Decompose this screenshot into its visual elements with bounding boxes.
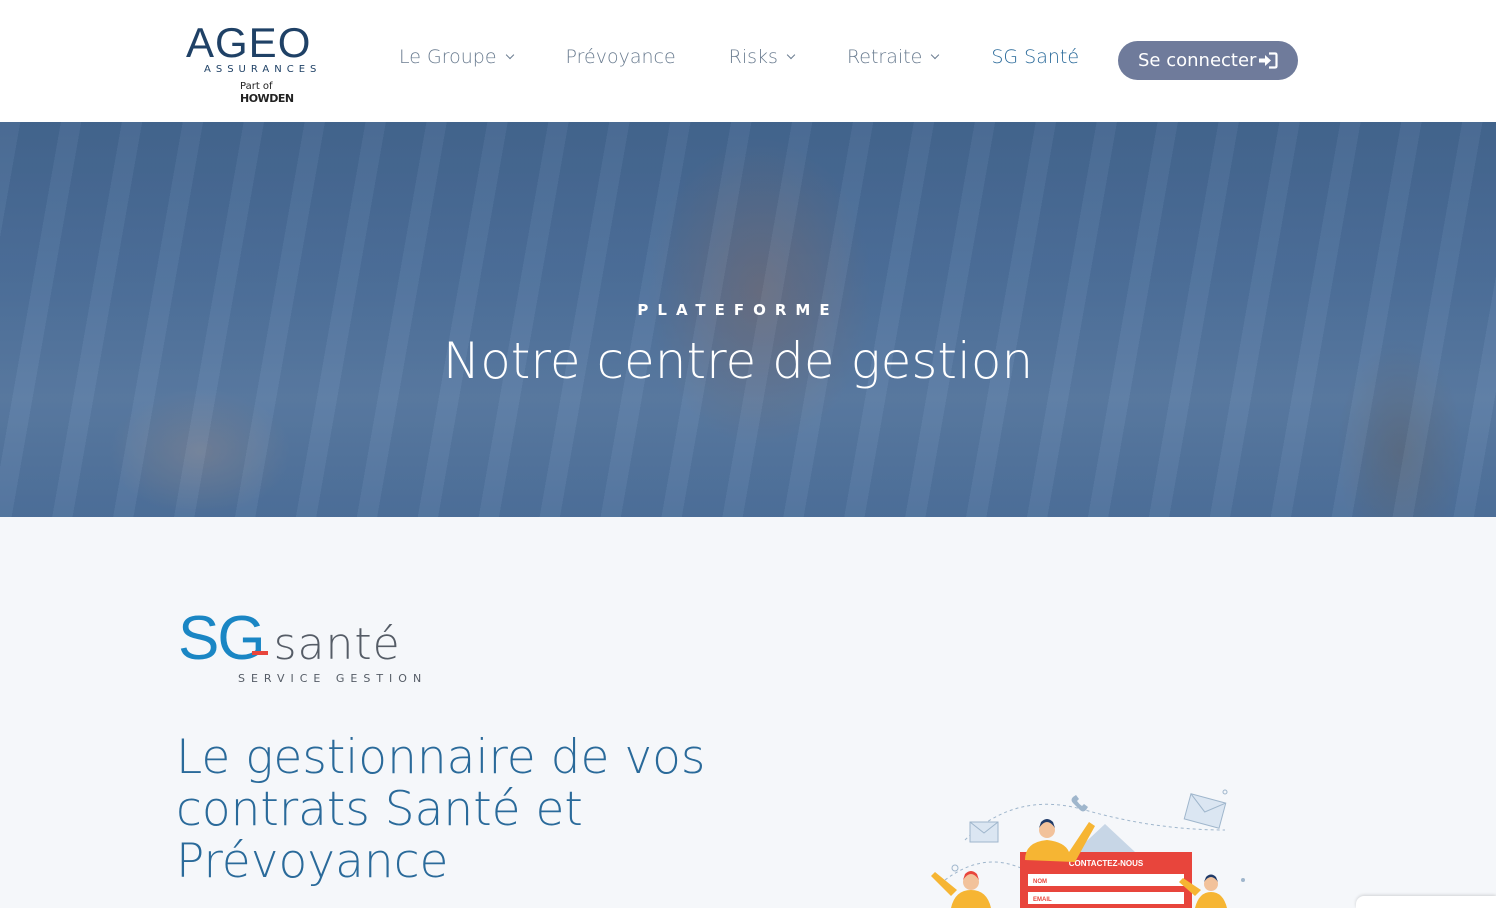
nav-item-risks[interactable]: Risks [728, 46, 796, 68]
nav-item-prevoyance[interactable]: Prévoyance [566, 46, 676, 68]
ageo-logo[interactable]: AGEO ASSURANCES Part of HOWDEN [186, 19, 326, 106]
hero-banner: PLATEFORME Notre centre de gestion [0, 122, 1496, 517]
site-header: AGEO ASSURANCES Part of HOWDEN Le Groupe… [0, 0, 1496, 122]
hero-title: Notre centre de gestion [442, 332, 1034, 390]
login-button[interactable]: Se connecter [1118, 41, 1298, 80]
sg-logo-tagline: SERVICE GESTION [238, 672, 428, 685]
phone-icon [1071, 795, 1088, 812]
nav-item-sg-sante[interactable]: SG Santé [991, 46, 1079, 68]
nav-label: Le Groupe [399, 46, 497, 68]
chevron-down-icon [786, 50, 796, 59]
contact-illustration: CONTACTEZ-NOUS NOM EMAIL [931, 789, 1245, 908]
nav-label: Risks [728, 46, 778, 68]
nav-label: Prévoyance [565, 46, 676, 68]
nav-label: SG Santé [991, 46, 1080, 68]
nav-item-le-groupe[interactable]: Le Groupe [399, 46, 514, 68]
main-heading: Le gestionnaire de vos contrats Santé et… [176, 730, 706, 889]
hero-overlay [0, 122, 1496, 517]
sg-logo-dash [251, 650, 268, 655]
sg-logo-sante: santé [273, 619, 401, 670]
logo-brand: AGEO [186, 19, 312, 66]
logo-partof: Part of HOWDEN [240, 81, 326, 105]
chevron-down-icon [931, 50, 940, 59]
person-icon [931, 871, 991, 908]
sg-logo-mark: SG [178, 604, 266, 673]
logo-subtitle: ASSURANCES [204, 64, 322, 75]
form-title: CONTACTEZ-NOUS [1069, 859, 1144, 868]
nav-item-retraite[interactable]: Retraite [846, 46, 940, 68]
form-field-name: NOM [1033, 879, 1047, 885]
form-field-email: EMAIL [1033, 897, 1052, 903]
envelope-icon [1183, 793, 1227, 829]
login-label: Se connecter [1138, 50, 1257, 71]
sg-sante-logo: SG santé SERVICE GESTION [178, 608, 438, 693]
envelope-icon [969, 821, 999, 843]
sign-in-icon [1259, 52, 1278, 69]
nav-label: Retraite [846, 46, 923, 68]
hero-eyebrow: PLATEFORME [637, 301, 839, 319]
partof-brand: HOWDEN [240, 92, 294, 105]
main-nav: Le Groupe Prévoyance Risks Retraite SG S… [399, 46, 1132, 68]
partof-prefix: Part of [240, 81, 273, 92]
chevron-down-icon [505, 50, 514, 59]
floating-widget[interactable] [1356, 896, 1496, 908]
